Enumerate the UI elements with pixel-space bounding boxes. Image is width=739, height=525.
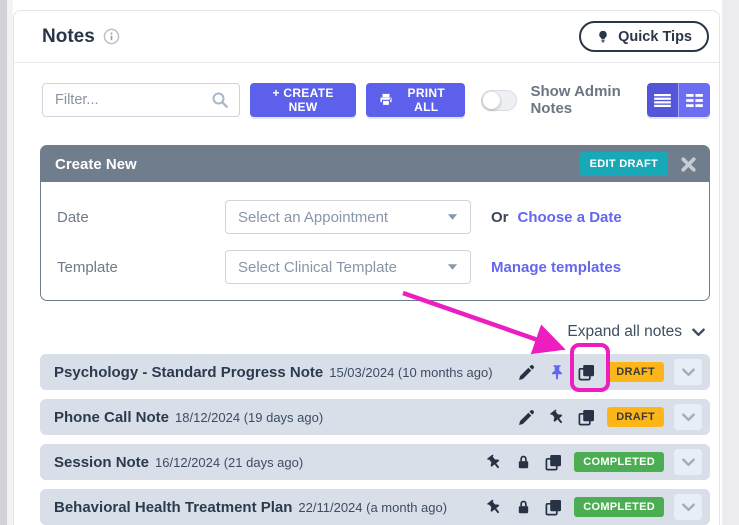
- template-label: Template: [57, 259, 225, 276]
- info-icon[interactable]: [103, 28, 120, 45]
- template-select-value: Select Clinical Template: [238, 259, 397, 276]
- note-expand-button[interactable]: [674, 359, 702, 385]
- grid-view-icon: [686, 94, 703, 107]
- chevron-down-icon: [692, 328, 705, 337]
- filter-box: [42, 83, 240, 117]
- search-icon: [211, 91, 229, 109]
- note-row[interactable]: Psychology - Standard Progress Note 15/0…: [40, 354, 710, 390]
- date-row: Date Select an Appointment Or Choose a D…: [57, 200, 695, 234]
- quick-tips-button[interactable]: Quick Tips: [579, 21, 709, 52]
- date-alternative: Or Choose a Date: [491, 209, 622, 226]
- note-actions: [518, 364, 595, 381]
- chevron-down-icon: [682, 368, 695, 377]
- pin-icon[interactable]: [548, 409, 565, 426]
- note-expand-button[interactable]: [674, 449, 702, 475]
- note-actions: [485, 499, 562, 516]
- card-header: Notes Quick Tips: [14, 11, 719, 63]
- note-actions: [518, 409, 595, 426]
- note-title: Behavioral Health Treatment Plan: [54, 499, 292, 516]
- note-row[interactable]: Phone Call Note 18/12/2024 (19 days ago)…: [40, 399, 710, 435]
- lock-icon[interactable]: [515, 454, 532, 471]
- list-view-icon: [654, 94, 671, 107]
- pin-icon[interactable]: [485, 499, 502, 516]
- grid-view-button[interactable]: [678, 83, 710, 117]
- create-new-panel: Create New EDIT DRAFT Date Select an App…: [40, 145, 710, 301]
- toolbar: + CREATE NEW PRINT ALL Show Admin Notes: [14, 83, 719, 117]
- pin-icon[interactable]: [548, 364, 565, 381]
- edit-icon[interactable]: [518, 364, 535, 381]
- note-expand-button[interactable]: [674, 494, 702, 520]
- or-label: Or: [491, 209, 509, 226]
- show-admin-notes-label: Show Admin Notes: [530, 83, 646, 117]
- copy-icon[interactable]: [545, 499, 562, 516]
- choose-a-date-link[interactable]: Choose a Date: [518, 209, 622, 226]
- note-date: 15/03/2024 (10 months ago): [329, 365, 492, 380]
- date-label: Date: [57, 209, 225, 226]
- printer-icon: [379, 93, 393, 107]
- caret-down-icon: [447, 213, 458, 221]
- chevron-down-icon: [682, 413, 695, 422]
- print-all-label: PRINT ALL: [400, 86, 452, 114]
- appointment-select-value: Select an Appointment: [238, 209, 388, 226]
- lightbulb-icon: [596, 30, 610, 44]
- close-icon[interactable]: [680, 156, 697, 173]
- chevron-down-icon: [682, 458, 695, 467]
- view-toggle-group: [647, 83, 710, 117]
- left-edge-strip: [0, 0, 7, 525]
- note-row[interactable]: Session Note 16/12/2024 (21 days ago) CO…: [40, 444, 710, 480]
- status-badge: DRAFT: [607, 407, 664, 427]
- caret-down-icon: [447, 263, 458, 271]
- manage-templates-link[interactable]: Manage templates: [491, 259, 621, 276]
- notes-card: Notes Quick Tips + CREATE NEW PRINT ALL: [13, 10, 720, 525]
- note-date: 18/12/2024 (19 days ago): [175, 410, 323, 425]
- note-row[interactable]: Behavioral Health Treatment Plan 22/11/2…: [40, 489, 710, 525]
- copy-icon[interactable]: [578, 409, 595, 426]
- expand-all-notes[interactable]: Expand all notes: [14, 323, 719, 341]
- note-date: 16/12/2024 (21 days ago): [155, 455, 303, 470]
- filter-input[interactable]: [55, 92, 211, 108]
- show-admin-notes-toggle[interactable]: [481, 90, 517, 111]
- chevron-down-icon: [682, 503, 695, 512]
- note-title: Psychology - Standard Progress Note: [54, 364, 323, 381]
- template-row: Template Select Clinical Template Manage…: [57, 250, 695, 284]
- note-actions: [485, 454, 562, 471]
- status-badge: COMPLETED: [574, 497, 664, 517]
- note-expand-button[interactable]: [674, 404, 702, 430]
- right-edge-strip: [722, 0, 739, 525]
- lock-icon[interactable]: [515, 499, 532, 516]
- create-new-panel-header: Create New EDIT DRAFT: [41, 146, 709, 182]
- expand-all-label: Expand all notes: [567, 323, 682, 341]
- page-title: Notes: [42, 26, 95, 48]
- copy-icon[interactable]: [545, 454, 562, 471]
- toggle-knob: [483, 92, 500, 109]
- edit-draft-button[interactable]: EDIT DRAFT: [580, 152, 668, 176]
- template-select[interactable]: Select Clinical Template: [225, 250, 471, 284]
- note-date: 22/11/2024 (a month ago): [298, 500, 447, 515]
- print-all-button[interactable]: PRINT ALL: [366, 83, 465, 117]
- copy-icon[interactable]: [578, 364, 595, 381]
- note-list: Psychology - Standard Progress Note 15/0…: [40, 354, 710, 525]
- note-title: Phone Call Note: [54, 409, 169, 426]
- create-new-label: + CREATE NEW: [263, 86, 343, 114]
- edit-icon[interactable]: [518, 409, 535, 426]
- status-badge: DRAFT: [607, 362, 664, 382]
- list-view-button[interactable]: [647, 83, 679, 117]
- create-new-panel-body: Date Select an Appointment Or Choose a D…: [41, 182, 709, 300]
- status-badge: COMPLETED: [574, 452, 664, 472]
- notes-page: Notes Quick Tips + CREATE NEW PRINT ALL: [0, 0, 739, 525]
- template-links: Manage templates: [491, 259, 621, 276]
- create-new-button[interactable]: + CREATE NEW: [250, 83, 356, 117]
- note-title: Session Note: [54, 454, 149, 471]
- panel-title: Create New: [55, 156, 580, 173]
- quick-tips-label: Quick Tips: [618, 29, 692, 45]
- pin-icon[interactable]: [485, 454, 502, 471]
- appointment-select[interactable]: Select an Appointment: [225, 200, 471, 234]
